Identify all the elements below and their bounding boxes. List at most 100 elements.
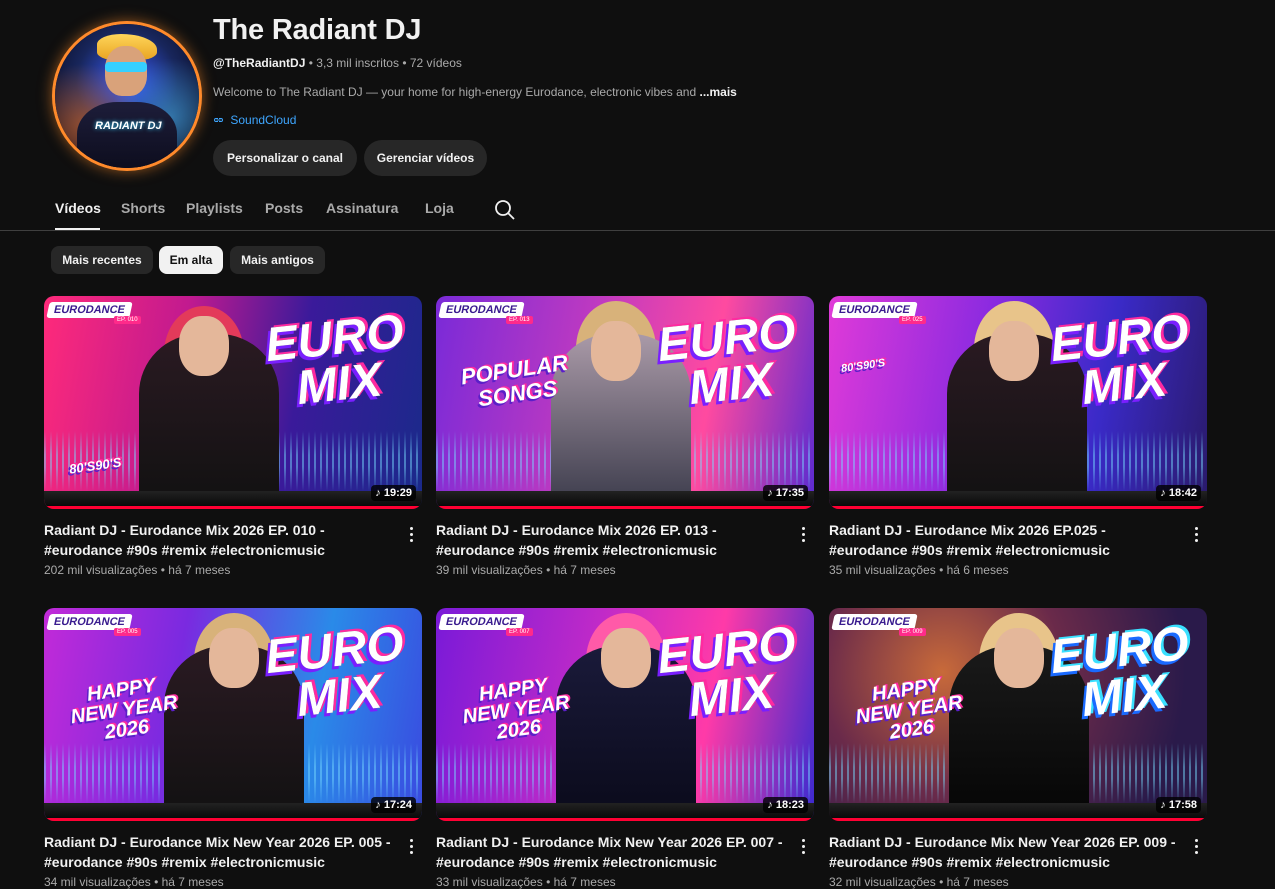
upload-age: há 6 meses [946,563,1009,577]
channel-page: RADIANT DJ The Radiant DJ @TheRadiantDJ … [0,0,1275,889]
watch-progress [829,818,1207,821]
tab-videos[interactable]: Vídeos [55,200,101,216]
more-vert-icon[interactable] [1191,838,1203,856]
thumbnail-episode: EP. 009 [899,628,926,636]
video-info: 35 mil visualizações • há 6 meses [829,563,1009,577]
watch-progress [44,818,422,821]
info-separator: • [546,875,551,889]
more-vert-icon[interactable] [798,526,810,544]
video-info: 34 mil visualizações • há 7 meses [44,875,224,889]
upload-age: há 7 meses [946,875,1009,889]
more-vert-icon[interactable] [798,838,810,856]
channel-tabs: Vídeos Shorts Playlists Posts Assinatura… [0,190,1275,231]
thumbnail-title: EURO MIX [262,305,407,416]
chip-latest[interactable]: Mais recentes [51,246,153,274]
music-note-icon: ♪ [1160,487,1166,499]
search-icon[interactable] [494,199,516,221]
video-thumbnail[interactable]: EURODANCE EP. 025 EURO MIX 80'S90'S ♪ 18… [829,296,1207,509]
music-note-icon: ♪ [767,799,773,811]
thumbnail-face [179,316,229,376]
thumbnail-face [989,321,1039,381]
video-title[interactable]: Radiant DJ - Eurodance Mix 2026 EP. 013 … [436,520,788,560]
duration-text: 17:58 [1168,799,1197,811]
duration-text: 19:29 [383,487,412,499]
view-count: 202 mil visualizações [44,563,158,577]
thumbnail-title: EURO MIX [1047,617,1192,728]
duration-text: 17:24 [383,799,412,811]
video-duration: ♪ 17:35 [763,485,808,501]
more-link[interactable]: ...mais [699,85,736,99]
thumbnail-title: EURO MIX [1047,305,1192,416]
thumbnail-face [209,628,259,688]
thumbnail-face [591,321,641,381]
thumbnail-episode: EP. 025 [899,316,926,324]
more-vert-icon[interactable] [406,838,418,856]
video-thumbnail[interactable]: EURODANCE EP. 005 EURO MIX HAPPY NEW YEA… [44,608,422,821]
video-title[interactable]: Radiant DJ - Eurodance Mix New Year 2026… [829,832,1181,872]
video-info: 32 mil visualizações • há 7 meses [829,875,1009,889]
watch-progress [44,506,422,509]
music-note-icon: ♪ [767,487,773,499]
video-duration: ♪ 19:29 [371,485,416,501]
view-count: 32 mil visualizações [829,875,936,889]
chip-oldest[interactable]: Mais antigos [230,246,325,274]
video-duration: ♪ 17:58 [1156,797,1201,813]
thumbnail-episode: EP. 007 [506,628,533,636]
video-thumbnail[interactable]: EURODANCE EP. 013 EURO MIX POPULAR SONGS… [436,296,814,509]
soundcloud-label: SoundCloud [230,113,297,127]
duration-text: 18:23 [775,799,804,811]
video-title[interactable]: Radiant DJ - Eurodance Mix New Year 2026… [44,832,396,872]
tab-shorts[interactable]: Shorts [121,200,165,216]
upload-age: há 7 meses [553,875,616,889]
soundcloud-link[interactable]: SoundCloud [213,113,296,127]
music-note-icon: ♪ [1160,799,1166,811]
tab-posts[interactable]: Posts [265,200,303,216]
tab-membership[interactable]: Assinatura [326,200,398,216]
more-vert-icon[interactable] [1191,526,1203,544]
video-duration: ♪ 17:24 [371,797,416,813]
description-text: Welcome to The Radiant DJ — your home fo… [213,85,697,99]
view-count: 39 mil visualizações [436,563,543,577]
video-thumbnail[interactable]: EURODANCE EP. 010 EURO MIX 80'S90'S ♪ 19… [44,296,422,509]
upload-age: há 7 meses [161,875,224,889]
thumbnail-episode: EP. 010 [114,316,141,324]
thumbnail-title: EURO MIX [262,617,407,728]
video-info: 33 mil visualizações • há 7 meses [436,875,616,889]
music-note-icon: ♪ [375,487,381,499]
meta-separator: • [308,56,313,70]
tab-playlists[interactable]: Playlists [186,200,243,216]
video-title[interactable]: Radiant DJ - Eurodance Mix 2026 EP.025 -… [829,520,1181,560]
info-separator: • [939,875,944,889]
active-tab-indicator [55,228,100,230]
thumbnail-face [994,628,1044,688]
video-count: 72 vídeos [409,56,462,70]
video-thumbnail[interactable]: EURODANCE EP. 009 EURO MIX HAPPY NEW YEA… [829,608,1207,821]
tab-store[interactable]: Loja [425,200,454,216]
info-separator: • [154,875,159,889]
info-separator: • [546,563,551,577]
customize-channel-button[interactable]: Personalizar o canal [213,140,357,176]
info-separator: • [939,563,944,577]
channel-description[interactable]: Welcome to The Radiant DJ — your home fo… [213,85,773,99]
watch-progress [436,818,814,821]
video-duration: ♪ 18:23 [763,797,808,813]
video-info: 202 mil visualizações • há 7 meses [44,563,230,577]
upload-age: há 7 meses [168,563,231,577]
duration-text: 18:42 [1168,487,1197,499]
video-title[interactable]: Radiant DJ - Eurodance Mix 2026 EP. 010 … [44,520,396,560]
channel-avatar[interactable]: RADIANT DJ [55,24,199,168]
watch-progress [829,506,1207,509]
manage-videos-button[interactable]: Gerenciar vídeos [364,140,487,176]
thumbnail-face [601,628,651,688]
avatar-body [77,102,177,168]
avatar-logo: RADIANT DJ [95,120,162,132]
thumbnail-episode: EP. 013 [506,316,533,324]
thumbnail-title: EURO MIX [654,305,799,416]
more-vert-icon[interactable] [406,526,418,544]
chip-popular[interactable]: Em alta [159,246,223,274]
link-icon [213,113,224,127]
video-thumbnail[interactable]: EURODANCE EP. 007 EURO MIX HAPPY NEW YEA… [436,608,814,821]
video-title[interactable]: Radiant DJ - Eurodance Mix New Year 2026… [436,832,788,872]
music-note-icon: ♪ [375,799,381,811]
watch-progress [436,506,814,509]
